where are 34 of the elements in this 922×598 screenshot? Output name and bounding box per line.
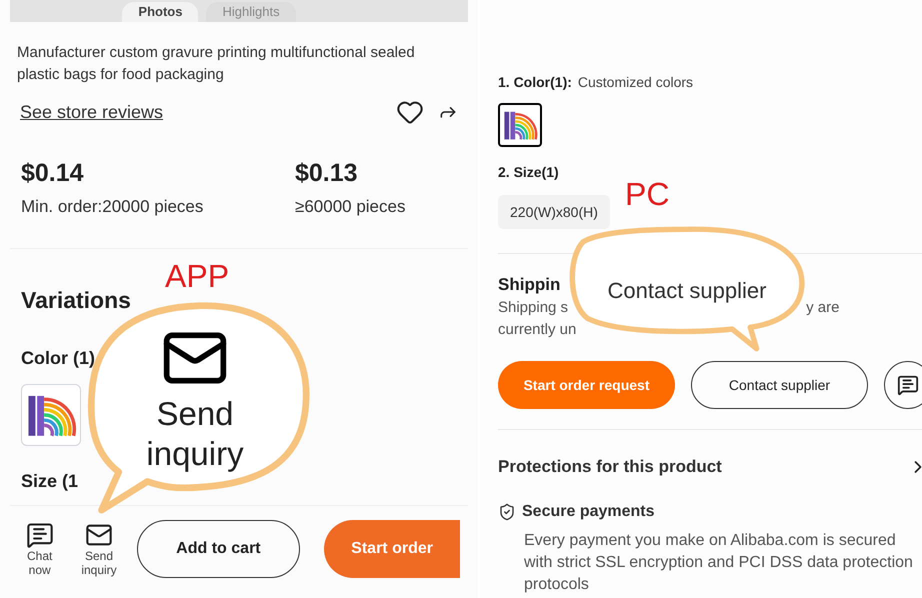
- color-value: Customized colors: [578, 73, 694, 92]
- shipping-text: Shipping s: [498, 298, 568, 318]
- price: $0.14: [21, 158, 85, 189]
- shipping-text: y are: [806, 298, 840, 318]
- shipping-text: currently un: [498, 320, 578, 340]
- quantity-text: ≥60000 pieces: [295, 196, 406, 218]
- contact-supplier-button[interactable]: Contact supplier: [691, 361, 868, 409]
- variations-heading: Variations: [20, 286, 132, 314]
- chat-icon: [26, 521, 54, 549]
- pc-label: PC: [625, 175, 670, 214]
- add-to-cart-button[interactable]: Add to cart: [136, 520, 300, 578]
- shield-check-icon: [498, 502, 516, 520]
- app-label: APP: [165, 257, 230, 296]
- protection-title: Secure payments: [522, 502, 655, 522]
- size-label: 2. Size(1): [498, 163, 560, 182]
- quantity-text: Min. order:20000 pieces: [21, 196, 204, 218]
- action-button[interactable]: Chat now: [18, 521, 62, 577]
- size-option[interactable]: 220(W)x80(H): [498, 195, 610, 229]
- color-label: 1. Color(1):: [498, 73, 572, 92]
- color-label: Color (1): [20, 347, 96, 370]
- price: $0.13: [295, 158, 359, 189]
- product-title: Manufacturer custom gravure printing multifunctional sealed plastic bags for food packaging: [16, 43, 416, 85]
- color-swatch[interactable]: [498, 103, 542, 147]
- callout-text: Send inquiry: [145, 394, 245, 474]
- store-reviews-link[interactable]: See store reviews: [20, 98, 164, 126]
- tab[interactable]: Photos: [122, 2, 198, 22]
- protection-text: Every payment you make on Alibaba.com is secured with strict SSL encryption and PCI DSS data protection protocols: [523, 530, 914, 594]
- protections-heading: Protections for this product: [498, 456, 722, 478]
- shipping-heading: Shippin: [498, 274, 560, 296]
- chat-icon: [897, 374, 919, 396]
- callout-text: Contact supplier: [608, 277, 766, 305]
- chat-button[interactable]: [884, 361, 922, 409]
- size-label: Size (1: [21, 470, 78, 493]
- action-button[interactable]: Send inquiry: [77, 521, 121, 577]
